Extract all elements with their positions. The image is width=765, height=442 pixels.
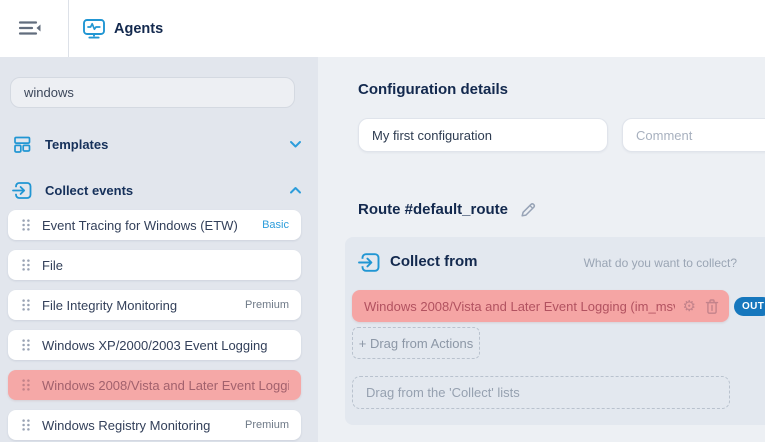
agents-logo-icon <box>81 16 107 42</box>
search-input[interactable] <box>10 77 295 108</box>
list-item-label: Windows Registry Monitoring <box>42 418 237 433</box>
chevron-down-icon <box>289 140 302 149</box>
comment-input[interactable] <box>622 118 765 152</box>
sidebar-section-collect-events[interactable]: Collect events <box>12 176 304 204</box>
drag-handle-icon <box>21 378 31 392</box>
edit-route-button[interactable] <box>519 200 538 219</box>
collect-dropzone[interactable]: Drag from the 'Collect' lists <box>352 376 730 409</box>
templates-icon <box>12 134 33 155</box>
list-item[interactable]: Windows Registry Monitoring Premium <box>8 410 301 440</box>
tier-badge: Premium <box>245 299 289 311</box>
dropzone-hint: Drag from the 'Collect' lists <box>366 385 520 400</box>
section-label: Collect events <box>45 183 289 198</box>
tier-badge: Premium <box>245 419 289 431</box>
drag-from-actions-dropzone[interactable]: + Drag from Actions <box>352 327 480 359</box>
drag-handle-icon <box>21 218 31 232</box>
module-delete-button[interactable] <box>704 298 720 315</box>
list-item-label: File Integrity Monitoring <box>42 298 237 313</box>
collect-from-title: Collect from <box>390 253 478 270</box>
drag-handle-icon <box>21 258 31 272</box>
collect-from-panel: Collect from What do you want to collect… <box>345 237 765 425</box>
trash-icon <box>704 298 720 315</box>
list-item-label: Windows XP/2000/2003 Event Logging <box>42 338 289 353</box>
route-title: Route #default_route <box>358 201 508 218</box>
drag-handle-icon <box>21 338 31 352</box>
main-content: Configuration details Route #default_rou… <box>318 57 765 442</box>
collect-hint-text: What do you want to collect? <box>537 256 737 270</box>
sidebar-section-templates[interactable]: Templates <box>12 130 304 158</box>
configuration-details-heading: Configuration details <box>358 81 508 98</box>
list-item[interactable]: File <box>8 250 301 280</box>
pencil-icon <box>519 200 538 219</box>
out-badge: OUT <box>734 297 765 316</box>
list-item[interactable]: Event Tracing for Windows (ETW) Basic <box>8 210 301 240</box>
list-item-label: Event Tracing for Windows (ETW) <box>42 218 254 233</box>
list-item[interactable]: File Integrity Monitoring Premium <box>8 290 301 320</box>
collect-from-icon <box>358 251 381 274</box>
collect-module-item[interactable]: Windows 2008/Vista and Later Event Loggi… <box>352 290 729 322</box>
configuration-name-input[interactable] <box>358 118 608 152</box>
list-item[interactable]: Windows 2008/Vista and Later Event Loggi… <box>8 370 301 400</box>
sidebar: Templates Collect events Event Tracing f… <box>0 57 318 442</box>
module-settings-button[interactable]: ⚙ <box>683 298 696 314</box>
list-item-label: Windows 2008/Vista and Later Event Loggi… <box>42 378 289 393</box>
tier-badge: Basic <box>262 219 289 231</box>
sidebar-module-list: Event Tracing for Windows (ETW) Basic File… <box>8 210 301 440</box>
topbar-divider <box>68 0 69 57</box>
top-bar: Agents <box>0 0 765 57</box>
route-header: Route #default_route <box>358 200 538 219</box>
collapse-sidebar-icon[interactable] <box>17 17 43 39</box>
page-title: Agents <box>114 0 163 57</box>
drag-handle-icon <box>21 298 31 312</box>
collect-events-icon <box>12 180 33 201</box>
section-label: Templates <box>45 137 289 152</box>
module-label: Windows 2008/Vista and Later Event Loggi… <box>364 299 675 314</box>
drag-from-actions-label: + Drag from Actions <box>359 336 474 351</box>
drag-handle-icon <box>21 418 31 432</box>
gear-icon: ⚙ <box>683 298 696 314</box>
list-item[interactable]: Windows XP/2000/2003 Event Logging <box>8 330 301 360</box>
chevron-up-icon <box>289 186 302 195</box>
list-item-label: File <box>42 258 289 273</box>
